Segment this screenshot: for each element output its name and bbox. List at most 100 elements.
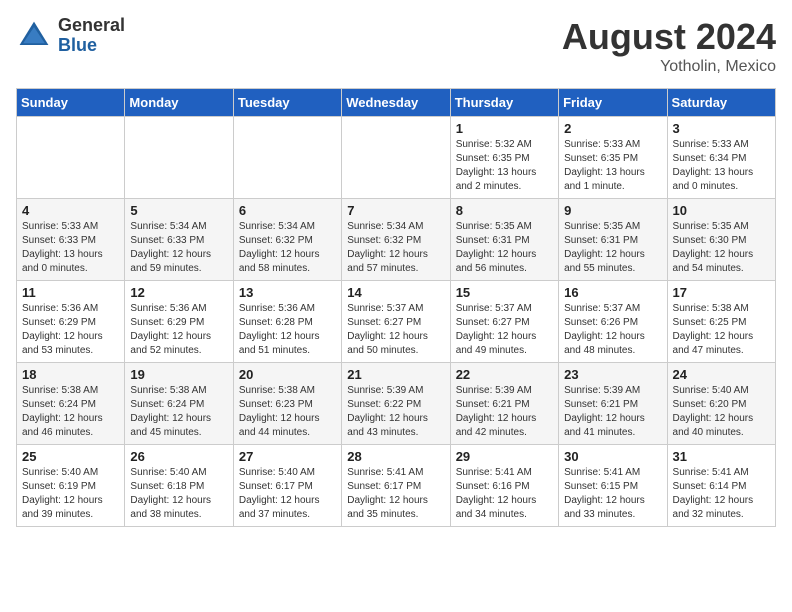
day-cell: 4Sunrise: 5:33 AM Sunset: 6:33 PM Daylig… bbox=[17, 199, 125, 281]
day-number: 19 bbox=[130, 367, 227, 382]
day-number: 13 bbox=[239, 285, 336, 300]
day-cell: 9 Sunrise: 5:35 AM Sunset: 6:31 PM Daylig… bbox=[559, 199, 667, 281]
day-number: 30 bbox=[564, 449, 661, 464]
day-number: 16 bbox=[564, 285, 661, 300]
day-number: 26 bbox=[130, 449, 227, 464]
day-info: Sunrise: 5:38 AM Sunset: 6:24 PM Dayligh… bbox=[130, 384, 227, 440]
day-cell: 13Sunrise: 5:36 AM Sunset: 6:28 PM Dayli… bbox=[233, 281, 341, 363]
day-number: 8 bbox=[456, 203, 553, 218]
day-number: 18 bbox=[22, 367, 119, 382]
day-cell: 29 Sunrise: 5:41 AM Sunset: 6:16 PM Dayli… bbox=[450, 445, 558, 527]
day-cell: 11Sunrise: 5:36 AM Sunset: 6:29 PM Dayli… bbox=[17, 281, 125, 363]
day-number: 17 bbox=[673, 285, 770, 300]
header-row: SundayMondayTuesdayWednesdayThursdayFrid… bbox=[17, 89, 776, 117]
day-cell: 26 Sunrise: 5:40 AM Sunset: 6:18 PM Dayli… bbox=[125, 445, 233, 527]
week-row-5: 25 Sunrise: 5:40 AM Sunset: 6:19 PM Dayli… bbox=[17, 445, 776, 527]
day-cell: 27 Sunrise: 5:40 AM Sunset: 6:17 PM Dayli… bbox=[233, 445, 341, 527]
day-number: 20 bbox=[239, 367, 336, 382]
day-info: Sunrise: 5:38 AM Sunset: 6:24 PM Dayligh… bbox=[22, 384, 119, 440]
day-number: 9 bbox=[564, 203, 661, 218]
day-number: 3 bbox=[673, 121, 770, 136]
day-number: 25 bbox=[22, 449, 119, 464]
day-info: Sunrise: 5:41 AM Sunset: 6:16 PM Dayligh… bbox=[456, 466, 553, 522]
day-info: Sunrise: 5:40 AM Sunset: 6:17 PM Dayligh… bbox=[239, 466, 336, 522]
day-info: Sunrise: 5:39 AM Sunset: 6:22 PM Dayligh… bbox=[347, 384, 444, 440]
day-info: Sunrise: 5:34 AM Sunset: 6:32 PM Dayligh… bbox=[347, 220, 444, 276]
day-cell: 6 Sunrise: 5:34 AM Sunset: 6:32 PM Daylig… bbox=[233, 199, 341, 281]
day-info: Sunrise: 5:40 AM Sunset: 6:19 PM Dayligh… bbox=[22, 466, 119, 522]
header-cell-saturday: Saturday bbox=[667, 89, 775, 117]
header-cell-sunday: Sunday bbox=[17, 89, 125, 117]
day-info: Sunrise: 5:37 AM Sunset: 6:27 PM Dayligh… bbox=[456, 302, 553, 358]
day-cell bbox=[233, 117, 341, 199]
day-number: 23 bbox=[564, 367, 661, 382]
day-cell: 2 Sunrise: 5:33 AM Sunset: 6:35 PM Daylig… bbox=[559, 117, 667, 199]
day-cell: 16 Sunrise: 5:37 AM Sunset: 6:26 PM Dayli… bbox=[559, 281, 667, 363]
day-cell: 23 Sunrise: 5:39 AM Sunset: 6:21 PM Dayli… bbox=[559, 363, 667, 445]
week-row-3: 11 Sunrise: 5:36 AM Sunset: 6:29 PM Dayli… bbox=[17, 281, 776, 363]
day-info: Sunrise: 5:41 AM Sunset: 6:15 PM Dayligh… bbox=[564, 466, 661, 522]
day-cell: 3 Sunrise: 5:33 AM Sunset: 6:34 PM Daylig… bbox=[667, 117, 775, 199]
day-number: 6 bbox=[239, 203, 336, 218]
header-cell-friday: Friday bbox=[559, 89, 667, 117]
day-cell: 30 Sunrise: 5:41 AM Sunset: 6:15 PM Dayli… bbox=[559, 445, 667, 527]
logo: General Blue bbox=[16, 16, 125, 56]
calendar-table: SundayMondayTuesdayWednesdayThursdayFrid… bbox=[16, 88, 776, 527]
day-info: Sunrise: 5:39 AM Sunset: 6:21 PM Dayligh… bbox=[456, 384, 553, 440]
day-cell: 28Sunrise: 5:41 AM Sunset: 6:17 PM Dayli… bbox=[342, 445, 450, 527]
day-cell: 21Sunrise: 5:39 AM Sunset: 6:22 PM Dayli… bbox=[342, 363, 450, 445]
day-cell: 20Sunrise: 5:38 AM Sunset: 6:23 PM Dayli… bbox=[233, 363, 341, 445]
logo-general: General bbox=[58, 16, 125, 36]
day-number: 5 bbox=[130, 203, 227, 218]
day-info: Sunrise: 5:33 AM Sunset: 6:34 PM Dayligh… bbox=[673, 138, 770, 194]
day-info: Sunrise: 5:36 AM Sunset: 6:29 PM Dayligh… bbox=[130, 302, 227, 358]
day-info: Sunrise: 5:38 AM Sunset: 6:25 PM Dayligh… bbox=[673, 302, 770, 358]
day-cell bbox=[342, 117, 450, 199]
day-cell: 22 Sunrise: 5:39 AM Sunset: 6:21 PM Dayli… bbox=[450, 363, 558, 445]
day-cell: 1Sunrise: 5:32 AM Sunset: 6:35 PM Daylig… bbox=[450, 117, 558, 199]
day-info: Sunrise: 5:33 AM Sunset: 6:33 PM Dayligh… bbox=[22, 220, 119, 276]
day-number: 11 bbox=[22, 285, 119, 300]
header-cell-monday: Monday bbox=[125, 89, 233, 117]
day-cell: 8 Sunrise: 5:35 AM Sunset: 6:31 PM Daylig… bbox=[450, 199, 558, 281]
day-cell: 7 Sunrise: 5:34 AM Sunset: 6:32 PM Daylig… bbox=[342, 199, 450, 281]
day-cell: 12Sunrise: 5:36 AM Sunset: 6:29 PM Dayli… bbox=[125, 281, 233, 363]
day-info: Sunrise: 5:40 AM Sunset: 6:18 PM Dayligh… bbox=[130, 466, 227, 522]
day-info: Sunrise: 5:37 AM Sunset: 6:26 PM Dayligh… bbox=[564, 302, 661, 358]
day-cell: 14 Sunrise: 5:37 AM Sunset: 6:27 PM Dayli… bbox=[342, 281, 450, 363]
day-cell: 18 Sunrise: 5:38 AM Sunset: 6:24 PM Dayli… bbox=[17, 363, 125, 445]
day-number: 29 bbox=[456, 449, 553, 464]
month-title: August 2024 bbox=[562, 16, 776, 58]
day-number: 24 bbox=[673, 367, 770, 382]
day-info: Sunrise: 5:37 AM Sunset: 6:27 PM Dayligh… bbox=[347, 302, 444, 358]
day-info: Sunrise: 5:39 AM Sunset: 6:21 PM Dayligh… bbox=[564, 384, 661, 440]
day-number: 27 bbox=[239, 449, 336, 464]
day-number: 15 bbox=[456, 285, 553, 300]
day-info: Sunrise: 5:41 AM Sunset: 6:14 PM Dayligh… bbox=[673, 466, 770, 522]
day-number: 2 bbox=[564, 121, 661, 136]
day-info: Sunrise: 5:35 AM Sunset: 6:30 PM Dayligh… bbox=[673, 220, 770, 276]
day-cell: 10 Sunrise: 5:35 AM Sunset: 6:30 PM Dayli… bbox=[667, 199, 775, 281]
day-number: 28 bbox=[347, 449, 444, 464]
day-info: Sunrise: 5:35 AM Sunset: 6:31 PM Dayligh… bbox=[564, 220, 661, 276]
day-info: Sunrise: 5:34 AM Sunset: 6:33 PM Dayligh… bbox=[130, 220, 227, 276]
week-row-2: 4Sunrise: 5:33 AM Sunset: 6:33 PM Daylig… bbox=[17, 199, 776, 281]
header-cell-thursday: Thursday bbox=[450, 89, 558, 117]
day-number: 22 bbox=[456, 367, 553, 382]
day-cell: 17 Sunrise: 5:38 AM Sunset: 6:25 PM Dayli… bbox=[667, 281, 775, 363]
day-number: 7 bbox=[347, 203, 444, 218]
day-cell: 15 Sunrise: 5:37 AM Sunset: 6:27 PM Dayli… bbox=[450, 281, 558, 363]
day-info: Sunrise: 5:33 AM Sunset: 6:35 PM Dayligh… bbox=[564, 138, 661, 194]
header-cell-tuesday: Tuesday bbox=[233, 89, 341, 117]
day-info: Sunrise: 5:34 AM Sunset: 6:32 PM Dayligh… bbox=[239, 220, 336, 276]
day-cell bbox=[17, 117, 125, 199]
day-number: 14 bbox=[347, 285, 444, 300]
logo-blue: Blue bbox=[58, 36, 125, 56]
logo-icon bbox=[16, 18, 52, 54]
day-number: 10 bbox=[673, 203, 770, 218]
title-block: August 2024 Yotholin, Mexico bbox=[562, 16, 776, 76]
day-info: Sunrise: 5:35 AM Sunset: 6:31 PM Dayligh… bbox=[456, 220, 553, 276]
day-cell: 31Sunrise: 5:41 AM Sunset: 6:14 PM Dayli… bbox=[667, 445, 775, 527]
day-info: Sunrise: 5:40 AM Sunset: 6:20 PM Dayligh… bbox=[673, 384, 770, 440]
logo-text: General Blue bbox=[58, 16, 125, 56]
